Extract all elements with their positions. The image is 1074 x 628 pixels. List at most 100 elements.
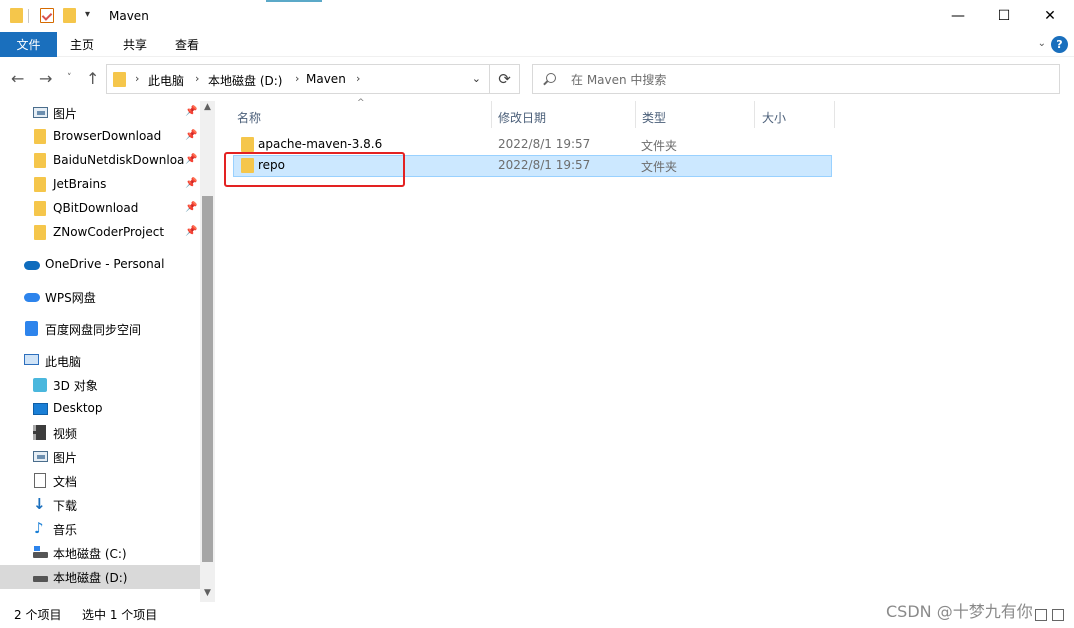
- pictures-icon: [33, 107, 48, 118]
- sidebar-item-3d-objects[interactable]: 3D 对象: [0, 373, 200, 397]
- search-icon: [546, 73, 556, 83]
- sidebar-item-downloads[interactable]: ↓ 下载: [0, 493, 200, 517]
- scroll-up-arrow-icon[interactable]: ▲: [201, 102, 214, 112]
- pin-icon[interactable]: 📌: [185, 202, 197, 213]
- sidebar-item-jetbrains[interactable]: JetBrains 📌: [0, 173, 200, 197]
- sidebar-item-label: 图片: [53, 107, 78, 121]
- navigation-pane: 图片 📌 BrowserDownload 📌 BaiduNetdiskDownl…: [0, 101, 215, 602]
- sidebar-item-pictures[interactable]: 图片: [0, 445, 200, 469]
- downloads-icon: ↓: [33, 495, 46, 513]
- sidebar-item-music[interactable]: ♪ 音乐: [0, 517, 200, 541]
- column-header-date[interactable]: 修改日期: [498, 104, 634, 128]
- large-icons-view-icon[interactable]: [1052, 609, 1064, 621]
- sidebar-item-this-pc[interactable]: 此电脑: [0, 349, 200, 373]
- sidebar-item-qbitdownload[interactable]: QBitDownload 📌: [0, 197, 200, 221]
- back-button[interactable]: ←: [11, 69, 24, 88]
- sidebar-item-label: JetBrains: [53, 177, 107, 191]
- sidebar-item-label: 下载: [53, 499, 78, 513]
- column-header-type[interactable]: 类型: [642, 104, 752, 128]
- pin-icon[interactable]: 📌: [185, 130, 197, 141]
- sidebar-item-desktop[interactable]: Desktop: [0, 397, 200, 421]
- sidebar-item-videos[interactable]: 视频: [0, 421, 200, 445]
- column-header-size[interactable]: 大小: [762, 104, 834, 128]
- sidebar-item-onedrive[interactable]: OneDrive - Personal: [0, 253, 200, 277]
- sidebar-item-label: BaiduNetdiskDownloa: [53, 153, 185, 167]
- sidebar-item-label: 文档: [53, 475, 78, 489]
- sidebar-item-baidunetdiskdownload[interactable]: BaiduNetdiskDownloa 📌: [0, 149, 200, 173]
- wps-cloud-icon: [24, 293, 40, 302]
- sidebar-scrollbar-thumb[interactable]: [202, 196, 213, 562]
- chevron-down-icon[interactable]: ⌄: [472, 72, 481, 85]
- scroll-down-arrow-icon[interactable]: ▼: [201, 588, 214, 598]
- sidebar-item-label: 图片: [53, 451, 78, 465]
- tab-file[interactable]: 文件: [0, 32, 57, 57]
- refresh-button[interactable]: ⟳: [490, 64, 520, 94]
- sidebar-item-baidu-sync[interactable]: 百度网盘同步空间: [0, 317, 200, 341]
- customize-quick-access-icon[interactable]: ▾: [85, 9, 90, 20]
- breadcrumb-drive-d[interactable]: 本地磁盘 (D:): [208, 72, 282, 89]
- sidebar-item-browserdownload[interactable]: BrowserDownload 📌: [0, 125, 200, 149]
- minimize-button[interactable]: —: [935, 0, 981, 32]
- recent-locations-button[interactable]: ˅: [67, 73, 72, 83]
- breadcrumb-this-pc[interactable]: 此电脑: [148, 72, 184, 89]
- column-divider[interactable]: [635, 101, 636, 128]
- chevron-right-icon[interactable]: ›: [356, 72, 360, 85]
- file-name: apache-maven-3.8.6: [258, 137, 383, 151]
- details-view-icon[interactable]: [1035, 609, 1047, 621]
- sidebar-item-label: OneDrive - Personal: [45, 257, 165, 271]
- breadcrumb-maven[interactable]: Maven: [306, 72, 346, 86]
- pin-icon[interactable]: 📌: [185, 178, 197, 189]
- forward-button[interactable]: →: [39, 69, 52, 88]
- title-bar: ▾ Maven — ☐ ✕: [0, 0, 1074, 32]
- pin-icon[interactable]: 📌: [185, 226, 197, 237]
- close-button[interactable]: ✕: [1027, 0, 1073, 32]
- folder-icon: [113, 72, 126, 87]
- tab-view[interactable]: 查看: [164, 32, 210, 57]
- column-divider[interactable]: [834, 101, 835, 128]
- sidebar-item-znowcoderproject[interactable]: ZNowCoderProject 📌: [0, 221, 200, 245]
- up-button[interactable]: ↑: [86, 69, 99, 88]
- sidebar-item-drive-c[interactable]: 本地磁盘 (C:): [0, 541, 200, 565]
- sidebar-item-label: 3D 对象: [53, 379, 98, 393]
- folder-icon: [34, 153, 46, 168]
- pictures-icon: [33, 451, 48, 462]
- sidebar-item-label: 百度网盘同步空间: [45, 323, 142, 337]
- sidebar-item-drive-d[interactable]: 本地磁盘 (D:): [0, 565, 200, 589]
- sidebar-item-label: BrowserDownload: [53, 129, 162, 143]
- status-selected-count: 选中 1 个项目: [82, 608, 158, 622]
- divider: [28, 9, 29, 23]
- music-icon: ♪: [34, 519, 44, 537]
- search-box[interactable]: [532, 64, 1060, 94]
- drive-d-icon: [33, 576, 48, 582]
- pin-icon[interactable]: 📌: [185, 154, 197, 165]
- 3d-objects-icon: [33, 378, 47, 392]
- properties-icon[interactable]: [40, 8, 54, 23]
- folder-icon: [34, 177, 46, 192]
- chevron-right-icon[interactable]: ›: [135, 72, 139, 85]
- sidebar-item-wps-cloud[interactable]: WPS网盘: [0, 285, 200, 309]
- expand-ribbon-icon[interactable]: ⌄: [1038, 38, 1046, 49]
- baidu-netdisk-icon: [25, 321, 38, 336]
- pin-icon[interactable]: 📌: [185, 106, 197, 117]
- sidebar-item-label: 本地磁盘 (C:): [53, 547, 127, 561]
- search-input[interactable]: [571, 71, 1041, 89]
- address-bar[interactable]: › 此电脑 › 本地磁盘 (D:) › Maven › ⌄: [106, 64, 490, 94]
- file-type: 文件夹: [641, 139, 678, 153]
- sidebar-item-pictures-pinned[interactable]: 图片 📌: [0, 101, 200, 125]
- chevron-right-icon[interactable]: ›: [295, 72, 299, 85]
- maximize-button[interactable]: ☐: [981, 0, 1027, 32]
- new-folder-icon[interactable]: [63, 8, 76, 23]
- help-button[interactable]: ?: [1051, 36, 1068, 53]
- column-divider[interactable]: [491, 101, 492, 128]
- tab-share[interactable]: 共享: [112, 32, 158, 57]
- sidebar-item-label: Desktop: [53, 401, 103, 415]
- column-divider[interactable]: [754, 101, 755, 128]
- folder-icon: [10, 8, 23, 23]
- sidebar-item-label: 本地磁盘 (D:): [53, 571, 128, 585]
- sidebar-item-documents[interactable]: 文档: [0, 469, 200, 493]
- folder-icon: [34, 129, 46, 144]
- window-title: Maven: [109, 9, 149, 23]
- chevron-right-icon[interactable]: ›: [195, 72, 199, 85]
- column-header-name[interactable]: 名称: [237, 104, 491, 128]
- tab-home[interactable]: 主页: [58, 32, 106, 57]
